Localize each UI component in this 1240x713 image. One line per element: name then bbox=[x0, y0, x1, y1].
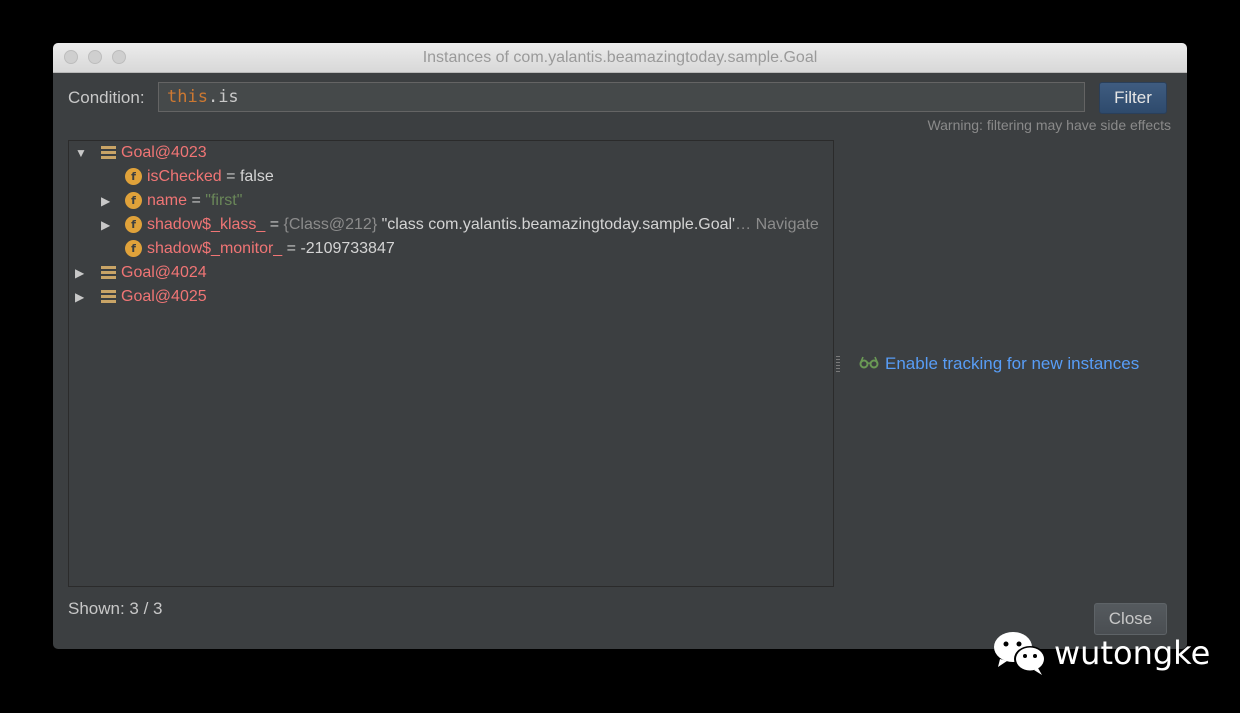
field-name: shadow$_klass_ bbox=[147, 216, 266, 233]
field-equals: = bbox=[282, 240, 301, 257]
window-controls bbox=[64, 50, 126, 64]
navigate-link[interactable]: Navigate bbox=[756, 216, 819, 233]
filter-button[interactable]: Filter bbox=[1099, 82, 1167, 114]
condition-keyword: this bbox=[167, 87, 208, 107]
field-name: name bbox=[147, 192, 188, 209]
collapsed-arrow-icon[interactable]: ▶ bbox=[75, 261, 87, 285]
tree-row-goal-4025[interactable]: ▶ Goal@4025 bbox=[69, 285, 829, 309]
field-ref: {Class@212} bbox=[283, 216, 378, 233]
collapsed-arrow-icon[interactable]: ▶ bbox=[101, 189, 113, 213]
zoom-window-button[interactable] bbox=[112, 50, 126, 64]
tree-row-field-shadow-monitor[interactable]: f shadow$_monitor_ = -2109733847 bbox=[69, 237, 829, 261]
tree-row-field-name[interactable]: ▶ f name = "first" bbox=[69, 189, 829, 213]
object-name: Goal@4023 bbox=[121, 144, 207, 161]
field-entry: shadow$_monitor_ = -2109733847 bbox=[147, 237, 395, 261]
shown-count: Shown: 3 / 3 bbox=[68, 599, 163, 618]
field-equals: = bbox=[221, 168, 240, 185]
window-title: Instances of com.yalantis.beamazingtoday… bbox=[422, 49, 818, 66]
instances-dialog: Instances of com.yalantis.beamazingtoday… bbox=[53, 43, 1187, 649]
field-value: "class com.yalantis.beamazingtoday.sampl… bbox=[377, 216, 736, 233]
condition-label: Condition: bbox=[68, 88, 145, 107]
watermark-text: wutongke bbox=[1054, 634, 1211, 672]
field-value: false bbox=[239, 168, 274, 185]
field-name: isChecked bbox=[147, 168, 222, 185]
object-name: Goal@4024 bbox=[121, 264, 207, 281]
field-icon: f bbox=[125, 240, 142, 257]
filter-warning: Warning: filtering may have side effects bbox=[927, 117, 1171, 133]
tree-row-field-ischecked[interactable]: f isChecked = false bbox=[69, 165, 829, 189]
object-icon bbox=[101, 146, 116, 160]
field-icon: f bbox=[125, 192, 142, 209]
condition-rest: .is bbox=[207, 87, 239, 107]
object-icon bbox=[101, 290, 116, 304]
field-entry: shadow$_klass_ = {Class@212} "class com.… bbox=[147, 213, 819, 237]
condition-input[interactable]: this.is bbox=[158, 82, 1085, 112]
field-icon: f bbox=[125, 216, 142, 233]
field-value: "first" bbox=[205, 192, 243, 209]
field-name: shadow$_monitor_ bbox=[147, 240, 283, 257]
expanded-arrow-icon[interactable]: ▼ bbox=[75, 141, 87, 165]
watermark: wutongke bbox=[992, 628, 1210, 678]
glasses-icon bbox=[859, 353, 879, 377]
minimize-window-button[interactable] bbox=[88, 50, 102, 64]
field-entry: isChecked = false bbox=[147, 165, 274, 189]
object-icon bbox=[101, 266, 116, 280]
condition-row: Condition: this.is Filter bbox=[68, 82, 1167, 114]
close-window-button[interactable] bbox=[64, 50, 78, 64]
tree-row-goal-4024[interactable]: ▶ Goal@4024 bbox=[69, 261, 829, 285]
field-value: -2109733847 bbox=[300, 240, 395, 257]
object-name: Goal@4025 bbox=[121, 288, 207, 305]
tree-row-field-shadow-klass[interactable]: ▶ f shadow$_klass_ = {Class@212} "class … bbox=[69, 213, 829, 237]
title-bar: Instances of com.yalantis.beamazingtoday… bbox=[53, 43, 1187, 73]
collapsed-arrow-icon[interactable]: ▶ bbox=[101, 213, 113, 237]
wechat-logo-icon bbox=[992, 629, 1048, 677]
field-entry: name = "first" bbox=[147, 189, 242, 213]
collapsed-arrow-icon[interactable]: ▶ bbox=[75, 285, 87, 309]
instances-tree[interactable]: ▼ Goal@4023 f isChecked = false ▶ f name… bbox=[68, 140, 834, 587]
enable-tracking-label: Enable tracking for new instances bbox=[885, 354, 1140, 373]
field-ellipsis: … bbox=[735, 216, 756, 233]
field-icon: f bbox=[125, 168, 142, 185]
splitter-handle[interactable] bbox=[836, 356, 840, 374]
tree-row-goal-4023[interactable]: ▼ Goal@4023 bbox=[69, 141, 829, 165]
field-equals: = bbox=[265, 216, 284, 233]
enable-tracking-link[interactable]: Enable tracking for new instances bbox=[859, 352, 1139, 377]
field-equals: = bbox=[187, 192, 206, 209]
